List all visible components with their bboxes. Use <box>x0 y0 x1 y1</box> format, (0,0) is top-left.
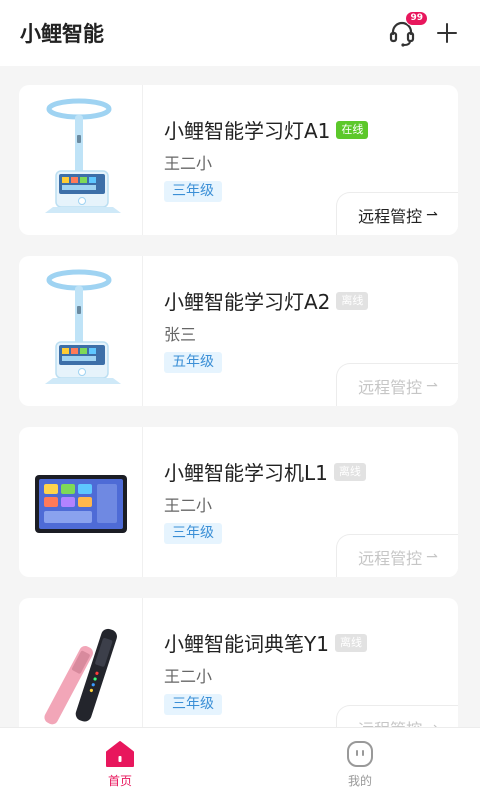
desk-lamp-icon <box>44 98 121 213</box>
device-list: 小鲤智能学习灯A1 在线 王二小 三年级 远程管控 ⇀ 小鲤智能学习灯A2 离线… <box>19 85 458 727</box>
device-name-row: 小鲤智能学习机L1 离线 <box>164 457 366 486</box>
grade-tag: 五年级 <box>164 352 222 373</box>
plus-icon <box>437 23 457 43</box>
arrow-right-icon: ⇀ <box>426 378 438 394</box>
tab-profile[interactable]: 我的 <box>240 728 480 800</box>
remote-control-button[interactable]: 远程管控 ⇀ <box>336 363 458 406</box>
remote-control-label: 远程管控 <box>358 207 423 226</box>
home-icon <box>106 740 134 767</box>
grade-tag: 三年级 <box>164 181 222 202</box>
profile-icon <box>347 740 373 767</box>
device-card[interactable]: 小鲤智能学习机L1 离线 王二小 三年级 远程管控 ⇀ <box>19 427 458 577</box>
device-name: 小鲤智能学习灯A1 <box>164 119 331 143</box>
device-name: 小鲤智能学习机L1 <box>164 461 328 485</box>
owner-name: 张三 <box>164 325 197 344</box>
owner-name: 王二小 <box>164 154 213 173</box>
device-thumbnail <box>19 427 143 577</box>
device-card[interactable]: 小鲤智能学习灯A2 离线 张三 五年级 远程管控 ⇀ <box>19 256 458 406</box>
device-card[interactable]: 小鲤智能学习灯A1 在线 王二小 三年级 远程管控 ⇀ <box>19 85 458 235</box>
remote-control-label: 远程管控 <box>358 378 423 397</box>
owner-name: 王二小 <box>164 667 213 686</box>
tab-label: 我的 <box>347 773 372 788</box>
tab-label: 首页 <box>107 773 132 788</box>
device-thumbnail <box>19 598 143 727</box>
arrow-right-icon: ⇀ <box>426 720 438 727</box>
device-thumbnail <box>19 85 143 235</box>
device-name-row: 小鲤智能学习灯A2 离线 <box>164 286 369 315</box>
device-name: 小鲤智能学习灯A2 <box>164 290 331 314</box>
notification-badge: 99 <box>405 11 428 26</box>
device-name-row: 小鲤智能词典笔Y1 离线 <box>164 628 367 657</box>
app-title: 小鲤智能 <box>20 22 104 46</box>
desk-lamp-icon <box>44 269 121 384</box>
owner-name: 王二小 <box>164 496 213 515</box>
status-badge: 离线 <box>336 291 369 310</box>
tab-home[interactable]: 首页 <box>0 728 240 800</box>
grade-tag: 三年级 <box>164 694 222 715</box>
dictionary-pen-icon <box>43 628 117 725</box>
bottom-tab-bar: 首页 我的 <box>0 727 480 800</box>
device-name-row: 小鲤智能学习灯A1 在线 <box>164 115 369 144</box>
remote-control-label: 远程管控 <box>358 549 423 568</box>
customer-service-button[interactable]: 99 <box>386 11 428 49</box>
remote-control-label: 远程管控 <box>358 716 422 727</box>
top-bar: 小鲤智能 99 <box>0 0 480 66</box>
header-actions: 99 <box>386 11 460 49</box>
device-thumbnail <box>19 256 143 406</box>
status-badge: 离线 <box>333 462 366 481</box>
tablet-icon <box>34 475 127 533</box>
remote-control-button[interactable]: 远程管控 ⇀ <box>336 705 458 727</box>
remote-control-button[interactable]: 远程管控 ⇀ <box>336 534 458 577</box>
device-name: 小鲤智能词典笔Y1 <box>164 632 329 656</box>
grade-tag: 三年级 <box>164 523 222 544</box>
status-badge: 离线 <box>334 633 367 652</box>
status-badge: 在线 <box>336 120 369 139</box>
device-card[interactable]: 小鲤智能词典笔Y1 离线 王二小 三年级 远程管控 ⇀ <box>19 598 458 727</box>
arrow-right-icon: ⇀ <box>426 207 438 223</box>
arrow-right-icon: ⇀ <box>426 549 438 565</box>
remote-control-button[interactable]: 远程管控 ⇀ <box>336 192 458 235</box>
add-device-button[interactable] <box>434 20 460 46</box>
